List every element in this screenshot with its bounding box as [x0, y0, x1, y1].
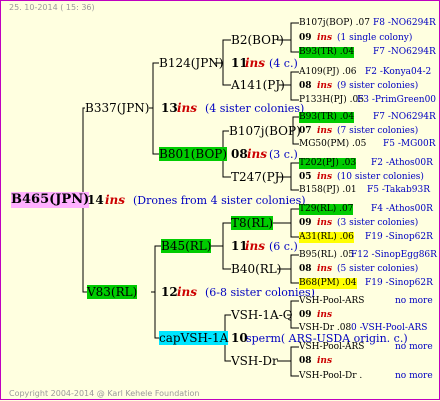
- sire-ins: ins: [177, 101, 198, 115]
- gen4-dam-name[interactable]: VSH-Dr .08: [299, 323, 351, 334]
- gen4-year: 08: [299, 264, 312, 274]
- gen4-ins: ins: [317, 264, 333, 274]
- gen4-sire-ref: F2 -Konya04-2: [365, 67, 432, 77]
- g3-5-name[interactable]: T8(RL): [231, 216, 274, 230]
- gen4-dam-name[interactable]: VSH-Pool-Dr .: [299, 371, 362, 382]
- g3-4-name[interactable]: T247(PJ): [231, 170, 284, 184]
- pedigree-panel: { "header": { "timestamp": "25. 10-2014 …: [0, 0, 440, 400]
- dam-dam-name[interactable]: capVSH-1A: [159, 331, 229, 345]
- root-queen-name[interactable]: B465(JPN): [11, 192, 90, 208]
- dam-sire-ins: ins: [245, 239, 266, 253]
- g3-6-name[interactable]: B40(RL): [231, 262, 281, 276]
- gen4-year: 08: [299, 81, 312, 91]
- dam-name[interactable]: V83(RL): [87, 285, 138, 299]
- g3-3-name[interactable]: B107j(BOP): [229, 124, 301, 138]
- gen4-sire-name[interactable]: B95(RL) .05: [299, 250, 354, 261]
- gen4-sire-ref: no more: [395, 296, 433, 306]
- sire-sire-note: (4 c.): [269, 57, 298, 70]
- gen4-colonies: (9 sister colonies): [337, 81, 419, 91]
- gen4-sire-name[interactable]: B107j(BOP) .07: [299, 18, 370, 29]
- timestamp: 25. 10-2014 ( 15: 36): [9, 3, 95, 12]
- gen4-year: 08: [299, 356, 312, 366]
- gen4-colonies: (1 single colony): [337, 33, 413, 43]
- gen4-sire-ref: F8 -NO6294R: [373, 18, 436, 28]
- gen4-colonies: (7 sister colonies): [337, 126, 419, 136]
- gen4-sire-ref: F2 -Athos00R: [371, 158, 433, 168]
- gen4-sire-name[interactable]: B93(TR) .04: [299, 112, 355, 123]
- gen4-dam-name[interactable]: A31(RL) .06: [299, 232, 354, 243]
- root-ins: ins: [105, 193, 126, 207]
- gen4-dam-ref: F3 -PrimGreen00: [357, 95, 437, 105]
- sire-dam-ins: ins: [247, 147, 268, 161]
- gen4-dam-ref: F5 -Takab93R: [367, 185, 431, 195]
- gen4-dam-name[interactable]: B158(PJ) .01: [299, 185, 357, 196]
- dam-sire-name[interactable]: B45(RL): [161, 239, 212, 253]
- sire-name[interactable]: B337(JPN): [85, 101, 149, 115]
- root-year: 14: [87, 193, 104, 207]
- copyright: Copyright 2004-2014 @ Karl Kehele Founda…: [9, 389, 200, 398]
- sire-year: 13: [161, 101, 178, 115]
- gen4-sire-name[interactable]: A109(PJ) .06: [299, 67, 357, 78]
- sire-sire-name[interactable]: B124(JPN): [159, 56, 223, 70]
- gen4-year: 05: [299, 172, 312, 182]
- dam-sire-note: (6 c.): [269, 240, 298, 253]
- gen4-ins: ins: [317, 33, 333, 43]
- gen4-ins: ins: [317, 310, 333, 320]
- gen4-year: 07: [299, 126, 312, 136]
- g3-7-name[interactable]: VSH-1A-Q: [231, 308, 293, 322]
- dam-year: 12: [161, 285, 178, 299]
- gen4-sire-name[interactable]: VSH-Pool-ARS: [299, 296, 364, 307]
- gen4-sire-name[interactable]: T29(RL) .07: [299, 204, 354, 215]
- gen4-year: 09: [299, 218, 312, 228]
- gen4-dam-name[interactable]: MG50(PM) .05: [299, 139, 366, 150]
- g3-2-name[interactable]: A141(PJ): [231, 78, 285, 92]
- g3-8-name[interactable]: VSH-Dr: [231, 354, 278, 368]
- gen4-dam-name[interactable]: B93(TR) .04: [299, 47, 355, 58]
- gen4-sire-name[interactable]: VSH-Pool-ARS: [299, 342, 364, 353]
- gen4-dam-ref: F19 -Sinop62R: [365, 278, 433, 288]
- gen4-dam-ref: F5 -MG00R: [383, 139, 436, 149]
- gen4-sire-ref: F7 -NO6294R: [373, 112, 436, 122]
- dam-ins: ins: [177, 285, 198, 299]
- root-note: (Drones from 4 sister colonies): [133, 194, 306, 207]
- gen4-ins: ins: [317, 81, 333, 91]
- sire-note: (4 sister colonies): [205, 102, 305, 115]
- gen4-colonies: (10 sister colonies): [337, 172, 424, 182]
- gen4-ins: ins: [317, 126, 333, 136]
- gen4-sire-ref: F12 -SinopEgg86R: [351, 250, 437, 260]
- gen4-colonies: (3 sister colonies): [337, 218, 419, 228]
- gen4-ins: ins: [317, 218, 333, 228]
- g3-1-name[interactable]: B2(BOP): [231, 33, 284, 47]
- gen4-sire-name[interactable]: T202(PJ) .03: [299, 158, 357, 169]
- gen4-dam-ref: F19 -Sinop62R: [365, 232, 433, 242]
- gen4-year: 09: [299, 310, 312, 320]
- gen4-year: 09: [299, 33, 312, 43]
- gen4-dam-name[interactable]: B68(PM) .04: [299, 278, 357, 289]
- gen4-colonies: (5 sister colonies): [337, 264, 419, 274]
- gen4-sire-ref: no more: [395, 342, 433, 352]
- gen4-sire-ref: F4 -Athos00R: [371, 204, 433, 214]
- sire-dam-name[interactable]: B801(BOP): [159, 147, 228, 161]
- gen4-dam-ref: F7 -NO6294R: [373, 47, 436, 57]
- sire-dam-note: (3 c.): [269, 148, 298, 161]
- gen4-ins: ins: [317, 356, 333, 366]
- gen4-ins: ins: [317, 172, 333, 182]
- gen4-dam-ref: no more: [395, 371, 433, 381]
- sire-dam-year: 08: [231, 147, 248, 161]
- gen4-dam-name[interactable]: P133H(PJ) .05: [299, 95, 364, 106]
- gen4-dam-ref: 0 -VSH-Pool-ARS: [351, 323, 428, 333]
- sire-sire-ins: ins: [245, 56, 266, 70]
